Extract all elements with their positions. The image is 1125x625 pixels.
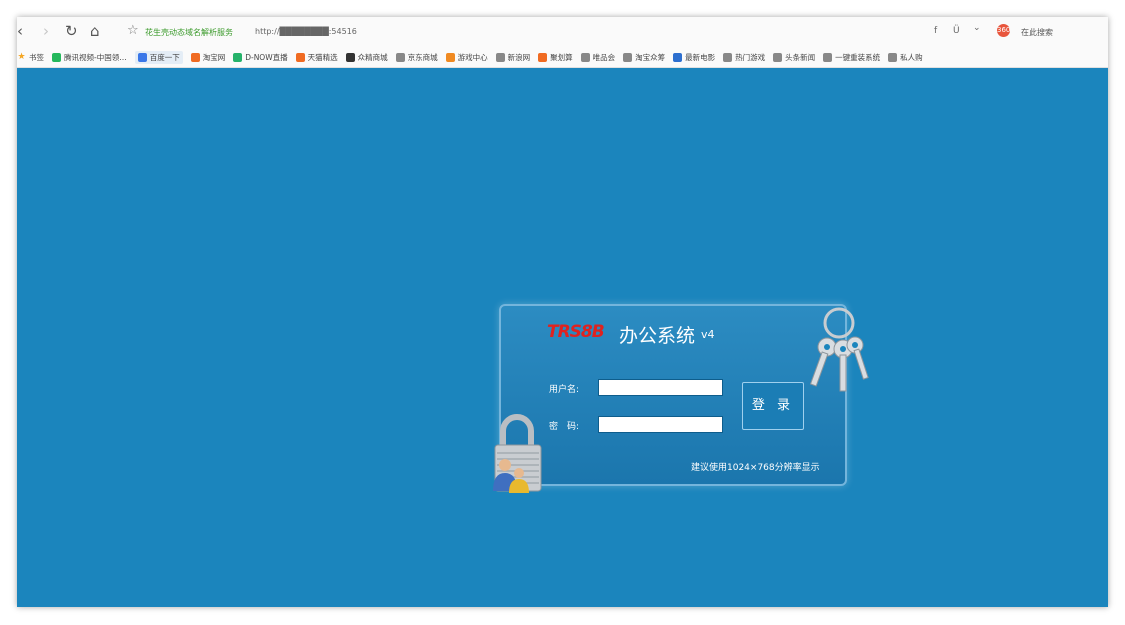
bookmark-item[interactable]: 腾讯视频-中国领… (52, 52, 127, 63)
bookmark-label: 众精商城 (357, 52, 388, 62)
search-box[interactable]: 在此搜索 (1021, 27, 1053, 38)
bookmark-label: 天猫精选 (307, 52, 338, 62)
reload-icon[interactable]: ↻ (65, 22, 78, 40)
bookmark-item[interactable]: 聚划算 (538, 52, 573, 63)
bookmark-label: 热门游戏 (735, 52, 766, 62)
bookmark-favicon-icon (233, 52, 243, 62)
bookmark-label: 淘宝网 (202, 52, 226, 62)
bookmark-item[interactable]: D-NOW直播 (233, 52, 288, 63)
bookmark-item[interactable]: 新浪网 (495, 52, 531, 63)
bookmark-item[interactable]: 最新电影 (673, 52, 715, 63)
bookmark-label: 京东商城 (407, 52, 438, 62)
chevron-down-icon[interactable]: ⌄ (973, 23, 981, 33)
login-button[interactable]: 登 录 (742, 382, 804, 430)
bookmark-label: D-NOW直播 (245, 52, 288, 62)
bookmark-item[interactable]: 一键重装系统 (823, 52, 880, 63)
bookmark-favicon-icon (580, 52, 590, 62)
bookmark-favicon-icon (190, 52, 200, 62)
bookmark-item[interactable]: 热门游戏 (723, 52, 765, 63)
username-label: 用户名: (549, 385, 580, 395)
bookmark-item[interactable]: 百度一下 (134, 50, 183, 64)
bookmark-favicon-icon (445, 52, 455, 62)
search-engine-icon[interactable]: 360 (997, 24, 1010, 37)
bookmark-label: 腾讯视频-中国领… (64, 52, 127, 62)
bookmark-label: 游戏中心 (457, 52, 488, 62)
username-input[interactable] (598, 379, 723, 396)
bookmark-label: 淘宝众筹 (635, 52, 666, 62)
bookmark-favicon-icon (823, 52, 833, 62)
bookmark-favicon-icon (295, 52, 305, 62)
bookmark-label: 新浪网 (507, 52, 531, 62)
bookmark-item[interactable]: 众精商城 (345, 52, 388, 63)
bookmark-label: 最新电影 (685, 52, 716, 62)
login-card: TRS8B 办公系统 v4 用户名: 密 码: 登 录 建议使用1024×768… (499, 304, 847, 486)
bookmarks-bar: ★ 书签 腾讯视频-中国领… 百度一下 淘宝网 D-NOW直播 天猫精选 众精商城 京东商城 游戏… (17, 47, 1108, 68)
bookmark-label: 百度一下 (149, 52, 180, 62)
password-label: 密 码: (549, 422, 580, 432)
password-input[interactable] (598, 416, 723, 433)
browser-window: ‹ › ↻ ⌂ ☆ 花生壳动态域名解析服务 http://████████:54… (17, 17, 1108, 607)
bookmark-item[interactable]: ★ 书签 (17, 52, 44, 63)
bookmark-favicon-icon (395, 52, 405, 62)
address-site-name[interactable]: 花生壳动态域名解析服务 (145, 27, 233, 38)
brand-logo: TRS8B (547, 322, 605, 342)
resolution-hint: 建议使用1024×768分辨率显示 (691, 463, 820, 473)
bookmark-item[interactable]: 淘宝众筹 (623, 52, 665, 63)
bookmark-favicon-icon (623, 52, 633, 62)
shield-icon[interactable]: Ü (953, 26, 960, 36)
bookmark-favicon-icon (137, 52, 147, 62)
f-icon[interactable]: f (934, 26, 937, 36)
bookmark-item[interactable]: 头条新闻 (773, 52, 815, 63)
bookmark-item[interactable]: 京东商城 (395, 52, 438, 63)
bookmark-star-icon[interactable]: ☆ (127, 23, 139, 38)
bookmark-label: 唯品会 (592, 52, 616, 62)
bookmark-item[interactable]: 游戏中心 (445, 52, 488, 63)
browser-toolbar: ‹ › ↻ ⌂ ☆ 花生壳动态域名解析服务 http://████████:54… (17, 17, 1108, 47)
address-url[interactable]: http://████████:54516 (255, 27, 357, 36)
bookmark-item[interactable]: 唯品会 (580, 52, 616, 63)
bookmark-favicon-icon (723, 52, 733, 62)
bookmark-favicon-icon (673, 52, 683, 62)
bookmark-item[interactable]: 私人购 (888, 52, 923, 63)
bookmark-label: 私人购 (900, 52, 923, 62)
home-icon[interactable]: ⌂ (90, 22, 100, 40)
bookmark-label: 聚划算 (550, 52, 573, 62)
bookmark-favicon-icon (345, 52, 355, 62)
padlock-users-icon (493, 414, 542, 493)
system-title: 办公系统 (619, 325, 696, 347)
star-icon: ★ (17, 51, 26, 62)
bookmark-favicon-icon (495, 52, 505, 62)
bookmark-favicon-icon (888, 52, 898, 62)
back-icon[interactable]: ‹ (17, 22, 23, 40)
forward-icon[interactable]: › (43, 22, 49, 40)
keys-icon (809, 307, 869, 392)
bookmark-item[interactable]: 天猫精选 (295, 52, 338, 63)
system-version: v4 (701, 328, 715, 341)
bookmark-favicon-icon (538, 52, 548, 62)
bookmark-item[interactable]: 淘宝网 (190, 52, 226, 63)
bookmark-label: 一键重装系统 (835, 52, 881, 62)
bookmark-favicon-icon (773, 52, 783, 62)
bookmark-label: 头条新闻 (785, 52, 816, 62)
bookmark-favicon-icon (52, 52, 61, 62)
bookmark-label: 书签 (29, 52, 44, 62)
